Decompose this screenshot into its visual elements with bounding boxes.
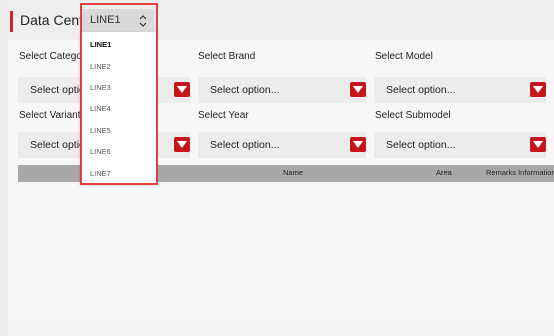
year-placeholder: Select option... xyxy=(210,139,280,151)
year-select[interactable]: Select option... xyxy=(198,132,366,158)
dropdown-arrow-icon[interactable] xyxy=(530,137,546,152)
model-label: Select Model xyxy=(375,51,433,62)
model-placeholder: Select option... xyxy=(386,84,456,96)
dropdown-option-line6[interactable]: LINE6 xyxy=(90,147,111,156)
chevron-up-down-icon xyxy=(139,15,147,27)
dropdown-option-line2[interactable]: LINE2 xyxy=(90,62,111,71)
submodel-placeholder: Select option... xyxy=(386,139,456,151)
column-name[interactable]: Name xyxy=(283,168,303,177)
column-area[interactable]: Area xyxy=(436,168,452,177)
submodel-label: Select Submodel xyxy=(375,110,451,121)
line-select[interactable]: LINE1 xyxy=(80,9,154,33)
header-accent-bar xyxy=(10,11,13,32)
line-select-value: LINE1 xyxy=(90,14,121,26)
dropdown-option-line3[interactable]: LINE3 xyxy=(90,83,111,92)
dropdown-arrow-icon[interactable] xyxy=(350,82,366,97)
line-dropdown-menu: LINE1 LINE2 LINE3 LINE4 LINE5 LINE6 LINE… xyxy=(80,32,156,184)
dropdown-arrow-icon[interactable] xyxy=(174,82,190,97)
dropdown-option-line1[interactable]: LINE1 xyxy=(90,40,111,49)
model-select[interactable]: Select option... xyxy=(374,77,546,103)
dropdown-option-line4[interactable]: LINE4 xyxy=(90,104,111,113)
brand-placeholder: Select option... xyxy=(210,84,280,96)
year-label: Select Year xyxy=(198,110,249,121)
submodel-select[interactable]: Select option... xyxy=(374,132,546,158)
brand-label: Select Brand xyxy=(198,51,256,62)
dropdown-arrow-icon[interactable] xyxy=(530,82,546,97)
brand-select[interactable]: Select option... xyxy=(198,77,366,103)
dropdown-arrow-icon[interactable] xyxy=(174,137,190,152)
dropdown-option-line5[interactable]: LINE5 xyxy=(90,126,111,135)
variant-label: Select Variant xyxy=(19,110,81,121)
left-edge-strip xyxy=(0,0,8,336)
column-remarks[interactable]: Remarks Information xyxy=(486,168,554,177)
data-center-panel: Data Center LINE1 Select Category Select… xyxy=(8,0,554,320)
dropdown-option-line7[interactable]: LINE7 xyxy=(90,169,111,178)
dropdown-arrow-icon[interactable] xyxy=(350,137,366,152)
